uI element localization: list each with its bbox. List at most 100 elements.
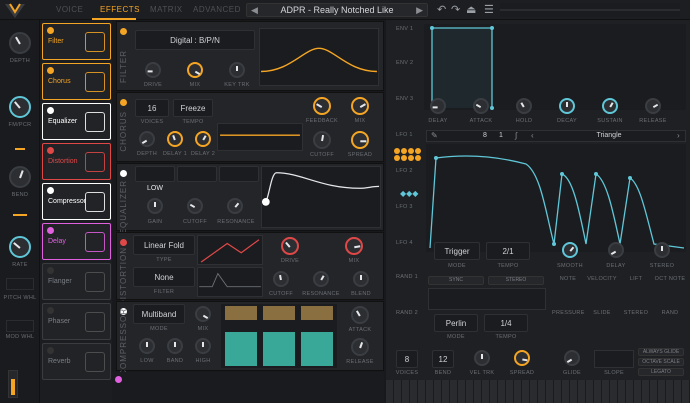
- chorus-feedback-knob[interactable]: [313, 97, 331, 115]
- preset-selector[interactable]: ◀ ADPR - Really Notched Like ▶: [246, 3, 428, 17]
- rand2-label[interactable]: RAND 2: [396, 310, 418, 316]
- undo-icon[interactable]: ↶: [437, 3, 446, 16]
- compressor-mode-selector[interactable]: Multiband: [133, 304, 185, 324]
- bend-field[interactable]: 12: [432, 350, 454, 368]
- octave-scale-toggle[interactable]: OCTAVE SCALE: [638, 358, 684, 366]
- mod-source-rand[interactable]: RAND: [654, 310, 686, 316]
- mod-source-note[interactable]: NOTE: [552, 276, 584, 282]
- chorus-depth-knob[interactable]: [139, 131, 155, 147]
- lfo-graph[interactable]: [426, 144, 686, 252]
- filter-mix-knob[interactable]: [187, 62, 203, 78]
- distortion-blend-knob[interactable]: [353, 271, 369, 287]
- chorus-voices-field[interactable]: 16: [135, 99, 169, 117]
- chorus-cutoff-knob[interactable]: [313, 131, 331, 149]
- lfo4-label[interactable]: LFO 4: [396, 240, 413, 246]
- effect-toggle-dot[interactable]: [47, 107, 54, 114]
- always-glide-toggle[interactable]: ALWAYS GLIDE: [638, 348, 684, 356]
- filter-drive-knob[interactable]: [145, 62, 161, 78]
- compressor-high-knob[interactable]: [195, 338, 211, 354]
- next-preset-button[interactable]: ▶: [416, 5, 423, 16]
- rand-stereo-button[interactable]: STEREO: [488, 276, 544, 285]
- env3-label[interactable]: ENV 3: [396, 96, 413, 102]
- effect-toggle-dot[interactable]: [47, 27, 54, 34]
- pencil-icon[interactable]: ✎: [431, 131, 438, 140]
- distortion-type-selector[interactable]: Linear Fold: [133, 235, 195, 255]
- distortion-filter-selector[interactable]: None: [133, 267, 195, 287]
- chorus-mix-knob[interactable]: [351, 97, 369, 115]
- tab-advanced[interactable]: ADVANCED: [193, 5, 241, 14]
- lfo-grid-num[interactable]: 8: [483, 132, 487, 139]
- env-release-knob[interactable]: [645, 98, 661, 114]
- lfo2-label[interactable]: LFO 2: [396, 168, 413, 174]
- save-icon[interactable]: ⏏: [466, 3, 476, 16]
- effect-toggle-dot[interactable]: [47, 147, 54, 154]
- macro-knob-3[interactable]: [9, 166, 31, 188]
- distortion-drive-knob[interactable]: [281, 237, 299, 255]
- lfo-shape-next[interactable]: ›: [677, 131, 680, 140]
- voices-field[interactable]: 8: [396, 350, 418, 368]
- effect-toggle-dot[interactable]: [47, 307, 54, 314]
- effect-toggle-dot[interactable]: [47, 227, 54, 234]
- chorus-tempo-field[interactable]: Freeze: [173, 99, 213, 117]
- envelope-graph[interactable]: [424, 24, 686, 110]
- chorus-delay1-knob[interactable]: [167, 131, 183, 147]
- filter-mode-selector[interactable]: Digital : B/P/N: [135, 30, 255, 50]
- env-hold-knob[interactable]: [516, 98, 532, 114]
- env1-label[interactable]: ENV 1: [396, 26, 413, 32]
- mod-source-pressure[interactable]: PRESSURE: [552, 310, 584, 316]
- rand-tempo-field[interactable]: 1/4: [484, 314, 528, 332]
- effect-card-chorus[interactable]: Chorus: [42, 63, 111, 100]
- eq-response-graph[interactable]: [261, 166, 381, 228]
- rand1-label[interactable]: RAND 1: [396, 274, 418, 280]
- effect-card-delay[interactable]: Delay: [42, 223, 111, 260]
- effect-toggle-dot[interactable]: [47, 267, 54, 274]
- compressor-low-knob[interactable]: [139, 338, 155, 354]
- lfo-stereo-knob[interactable]: [654, 242, 670, 258]
- eq-band-high-shape[interactable]: [219, 166, 259, 182]
- chorus-spread-knob[interactable]: [351, 131, 369, 149]
- slope-graph[interactable]: [594, 350, 634, 368]
- legato-toggle[interactable]: LEGATO: [638, 368, 684, 376]
- effect-toggle-dot[interactable]: [47, 67, 54, 74]
- compressor-band-display[interactable]: [221, 304, 337, 368]
- mod-source-stereo[interactable]: STEREO: [620, 310, 652, 316]
- macro-knob-4[interactable]: [9, 236, 31, 258]
- rand-sync-button[interactable]: SYNC: [428, 276, 484, 285]
- macro-knob-1[interactable]: [9, 32, 31, 54]
- lfo-mode-selector[interactable]: Trigger: [434, 242, 480, 260]
- lfo-shape-name[interactable]: Triangle: [539, 132, 679, 139]
- mod-wheel[interactable]: [6, 320, 34, 332]
- filter-keytrk-knob[interactable]: [229, 62, 245, 78]
- effect-card-flanger[interactable]: Flanger: [42, 263, 111, 300]
- eq-resonance-knob[interactable]: [227, 198, 243, 214]
- chorus-delay2-knob[interactable]: [195, 131, 211, 147]
- env-sustain-knob[interactable]: [602, 98, 618, 114]
- spread-knob[interactable]: [514, 350, 530, 366]
- lfo3-label[interactable]: LFO 3: [396, 204, 413, 210]
- redo-icon[interactable]: ↷: [451, 3, 460, 16]
- mod-source-velocity[interactable]: VELOCITY: [586, 276, 618, 282]
- effect-card-phaser[interactable]: Phaser: [42, 303, 111, 340]
- lfo1-label[interactable]: LFO 1: [396, 132, 413, 138]
- effect-card-equalizer[interactable]: Equalizer: [42, 103, 111, 140]
- curve-icon[interactable]: ∫: [515, 131, 517, 140]
- env2-label[interactable]: ENV 2: [396, 60, 413, 66]
- macro-knob-2[interactable]: [9, 96, 31, 118]
- distortion-mix-knob[interactable]: [345, 237, 363, 255]
- eq-power-toggle[interactable]: [120, 170, 127, 177]
- chorus-power-toggle[interactable]: [120, 99, 127, 106]
- delay-power-toggle[interactable]: [115, 376, 122, 383]
- distortion-resonance-knob[interactable]: [313, 271, 329, 287]
- lfo-grid-den[interactable]: 1: [499, 132, 503, 139]
- effect-card-filter[interactable]: Filter: [42, 23, 111, 60]
- tab-effects[interactable]: EFFECTS: [100, 5, 140, 14]
- compressor-band-knob[interactable]: [167, 338, 183, 354]
- eq-band-low-shape[interactable]: [135, 166, 175, 182]
- effect-card-reverb[interactable]: Reverb: [42, 343, 111, 380]
- lfo-shape-prev[interactable]: ‹: [531, 131, 534, 140]
- rand-mode-selector[interactable]: Perlin: [434, 314, 478, 332]
- env-delay-knob[interactable]: [430, 98, 446, 114]
- eq-cutoff-knob[interactable]: [187, 198, 203, 214]
- lfo-tempo-field[interactable]: 2/1: [486, 242, 530, 260]
- env-decay-knob[interactable]: [559, 98, 575, 114]
